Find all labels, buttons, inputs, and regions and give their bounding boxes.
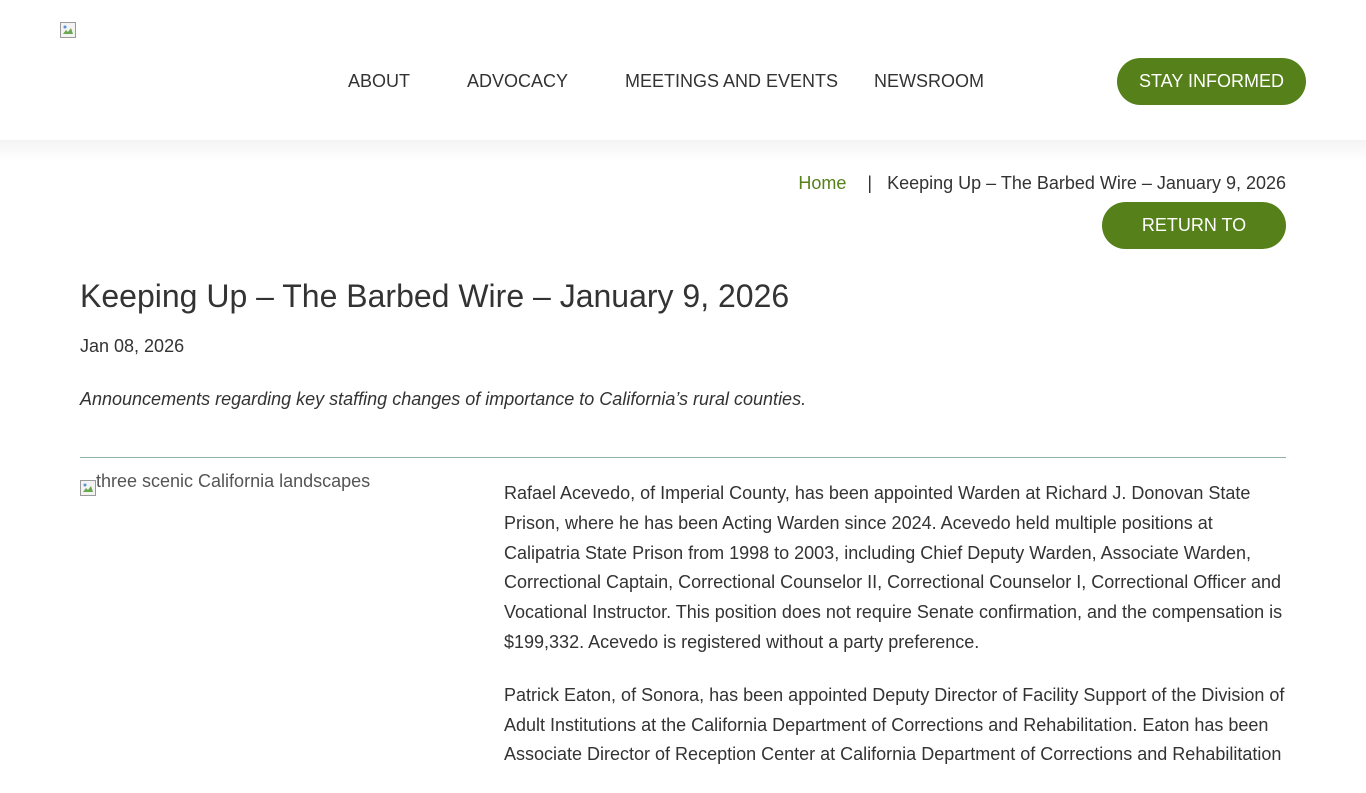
post-summary: Announcements regarding key staffing cha… — [80, 389, 807, 409]
header-shadow — [0, 140, 1366, 162]
breadcrumb-separator: | — [867, 173, 873, 193]
article-body: Rafael Acevedo, of Imperial County, has … — [504, 479, 1288, 793]
post-date: Jan 08, 2026 — [80, 336, 185, 356]
broken-image-icon — [80, 480, 96, 496]
nav-about[interactable]: ABOUT — [348, 70, 410, 92]
article-paragraph: Rafael Acevedo, of Imperial County, has … — [504, 483, 1283, 652]
site-logo[interactable] — [60, 22, 76, 38]
page-title: Keeping Up – The Barbed Wire – January 9… — [80, 278, 790, 314]
breadcrumb-current: Keeping Up – The Barbed Wire – January 9… — [887, 173, 1286, 193]
site-header: ABOUT ADVOCACY MEETINGS AND EVENTS NEWSR… — [0, 0, 1366, 140]
nav-newsroom[interactable]: NEWSROOM — [874, 70, 984, 92]
nav-meetings-and-events[interactable]: MEETINGS AND EVENTS — [625, 70, 838, 92]
return-to-button[interactable]: RETURN TO — [1102, 202, 1286, 249]
article-paragraph: Patrick Eaton, of Sonora, has been appoi… — [504, 684, 1285, 765]
article-image-alt-text: three scenic California landscapes — [96, 472, 371, 491]
article-image: three scenic California landscapes — [80, 472, 460, 502]
divider — [80, 457, 1286, 458]
nav-advocacy[interactable]: ADVOCACY — [467, 70, 568, 92]
breadcrumb: Home | Keeping Up – The Barbed Wire – Ja… — [798, 172, 1286, 194]
broken-image-icon — [60, 22, 76, 38]
breadcrumb-home-link[interactable]: Home — [798, 172, 846, 194]
stay-informed-button[interactable]: STAY INFORMED — [1117, 58, 1306, 105]
